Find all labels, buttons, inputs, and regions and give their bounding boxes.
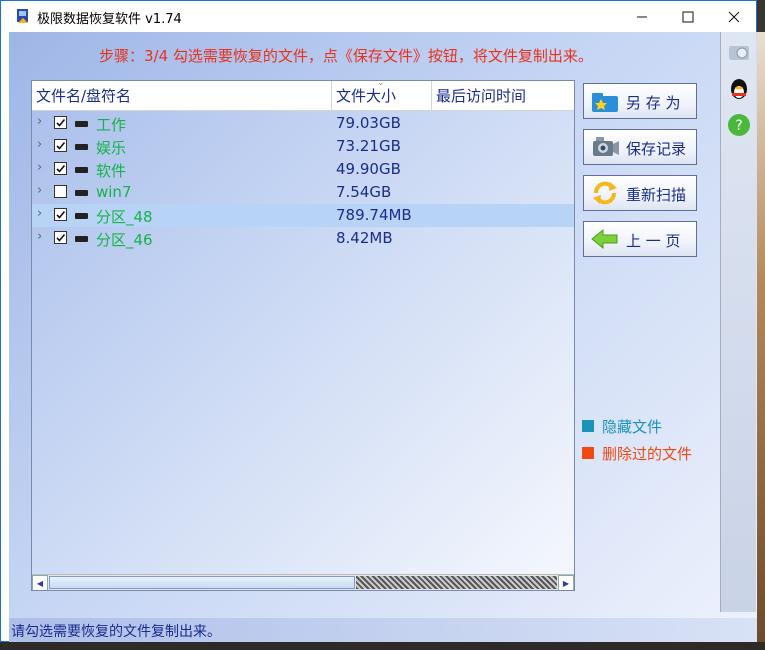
drive-icon <box>75 236 88 242</box>
list-header: 文件名/盘符名 文件大小 最后访问时间 ⌄ <box>32 81 574 111</box>
column-header-access-time[interactable]: 最后访问时间 <box>432 81 574 110</box>
minimize-icon <box>637 16 647 17</box>
back-arrow-icon <box>591 228 618 250</box>
checkmark-icon <box>56 164 66 173</box>
close-button[interactable] <box>711 1 757 32</box>
table-row-selected[interactable]: › 分区_48 789.74MB <box>32 204 574 227</box>
expand-chevron-icon[interactable]: › <box>37 229 42 244</box>
drive-icon <box>75 167 88 173</box>
save-as-label: 另 存 为 <box>626 94 681 112</box>
table-row[interactable]: › 娱乐 73.21GB <box>32 135 574 158</box>
status-text: 请勾选需要恢复的文件复制出来。 <box>11 624 221 640</box>
app-icon <box>17 9 28 23</box>
drive-icon <box>75 213 88 219</box>
step-instruction: 步骤：3/4 勾选需要恢复的文件，点《保存文件》按钮，将文件复制出来。 <box>99 47 593 65</box>
scrollbar-thumb[interactable] <box>49 576 355 589</box>
expand-chevron-icon[interactable]: › <box>37 206 42 221</box>
save-folder-icon <box>592 93 618 112</box>
row-name: 软件 <box>96 162 127 180</box>
file-list[interactable]: 文件名/盘符名 文件大小 最后访问时间 ⌄ › 工作 79.03GB › 娱乐 <box>31 80 575 591</box>
sort-arrow-icon: ⌄ <box>377 80 385 88</box>
settings-gear-icon[interactable] <box>726 40 752 66</box>
camera-icon <box>593 137 619 156</box>
save-as-button[interactable]: 另 存 为 <box>583 83 697 119</box>
drive-icon <box>75 190 88 196</box>
row-checkbox[interactable] <box>54 116 67 129</box>
row-name: 分区_48 <box>96 208 153 226</box>
table-row[interactable]: › 工作 79.03GB <box>32 112 574 135</box>
app-window: 极限数据恢复软件 v1.74 步骤：3/4 勾选需要恢复的文件，点《保存文件》按… <box>0 0 757 642</box>
row-name: 工作 <box>96 116 127 134</box>
expand-chevron-icon[interactable]: › <box>37 160 42 175</box>
row-name: win7 <box>96 183 132 201</box>
scrollbar-track[interactable] <box>356 576 557 589</box>
side-toolbar: ? <box>720 32 756 612</box>
scroll-right-icon[interactable]: ▶ <box>558 575 574 590</box>
file-list-body: 文件名/盘符名 文件大小 最后访问时间 ⌄ › 工作 79.03GB › 娱乐 <box>32 81 574 574</box>
desktop-taskbar-strip <box>0 642 765 650</box>
row-name: 分区_46 <box>96 231 153 249</box>
legend-swatch-deleted <box>582 447 594 459</box>
maximize-button[interactable] <box>665 1 711 32</box>
title-bar[interactable]: 极限数据恢复软件 v1.74 <box>1 1 756 32</box>
help-icon[interactable]: ? <box>726 112 752 138</box>
svg-text:?: ? <box>735 118 742 134</box>
row-checkbox[interactable] <box>54 162 67 175</box>
row-checkbox[interactable] <box>54 231 67 244</box>
prev-page-label: 上 一 页 <box>626 232 681 250</box>
horizontal-scrollbar[interactable]: ◀ ▶ <box>32 574 574 590</box>
maximize-icon <box>682 11 694 22</box>
checkmark-icon <box>56 141 66 150</box>
refresh-icon <box>593 181 617 205</box>
legend-swatch-hidden <box>582 420 594 432</box>
row-name: 娱乐 <box>96 139 127 157</box>
row-size: 73.21GB <box>336 137 401 155</box>
minimize-button[interactable] <box>619 1 665 32</box>
row-size: 7.54GB <box>336 183 392 201</box>
checkmark-icon <box>56 233 66 242</box>
drive-icon <box>75 121 88 127</box>
expand-chevron-icon[interactable]: › <box>37 114 42 129</box>
table-row[interactable]: › 分区_46 8.42MB <box>32 227 574 250</box>
table-row[interactable]: › 软件 49.90GB <box>32 158 574 181</box>
drive-icon <box>75 144 88 150</box>
qq-penguin-icon[interactable] <box>726 76 752 102</box>
row-size: 79.03GB <box>336 114 401 132</box>
main-panel: 步骤：3/4 勾选需要恢复的文件，点《保存文件》按钮，将文件复制出来。 文件名/… <box>9 32 757 642</box>
row-size: 49.90GB <box>336 160 401 178</box>
checkmark-icon <box>56 118 66 127</box>
close-icon <box>728 11 740 22</box>
row-checkbox[interactable] <box>54 185 67 198</box>
legend-hidden-label: 隐藏文件 <box>602 418 663 436</box>
rescan-button[interactable]: 重新扫描 <box>583 175 697 211</box>
scroll-left-icon[interactable]: ◀ <box>32 575 48 590</box>
checkmark-icon <box>56 210 66 219</box>
status-bar: 请勾选需要恢复的文件复制出来。 <box>9 618 757 642</box>
save-log-button[interactable]: 保存记录 <box>583 129 697 165</box>
save-log-label: 保存记录 <box>626 140 687 158</box>
window-title: 极限数据恢复软件 v1.74 <box>37 12 182 27</box>
rescan-label: 重新扫描 <box>626 186 687 204</box>
row-checkbox[interactable] <box>54 208 67 221</box>
expand-chevron-icon[interactable]: › <box>37 183 42 198</box>
column-header-name[interactable]: 文件名/盘符名 <box>32 81 332 110</box>
row-checkbox[interactable] <box>54 139 67 152</box>
row-size: 8.42MB <box>336 229 393 247</box>
expand-chevron-icon[interactable]: › <box>37 137 42 152</box>
legend-deleted-label: 删除过的文件 <box>602 445 693 463</box>
table-row[interactable]: › win7 7.54GB <box>32 181 574 204</box>
row-size: 789.74MB <box>336 206 412 224</box>
prev-page-button[interactable]: 上 一 页 <box>583 221 697 257</box>
